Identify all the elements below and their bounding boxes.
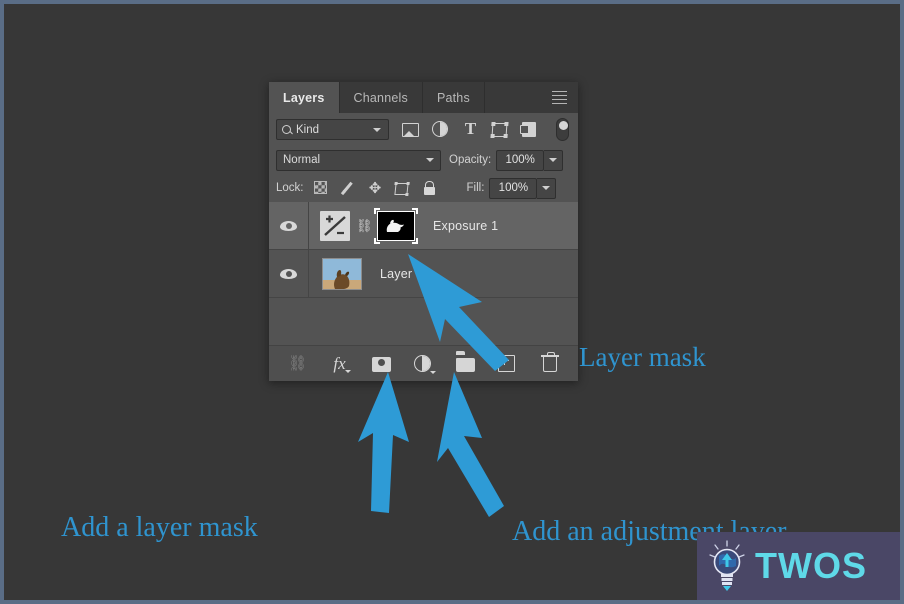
new-layer-button[interactable] [497,354,518,374]
eye-icon [280,268,297,279]
layer-name: Exposure 1 [433,218,499,233]
lightbulb-logo-icon [707,540,747,592]
layer-visibility-toggle[interactable] [269,202,309,249]
lock-transparent-pixels-icon[interactable] [313,180,329,196]
screenshot-canvas: Layers Channels Paths Kind T Normal Opac… [4,4,900,600]
filter-toggle-switch[interactable] [556,118,569,141]
shape-filter-icon[interactable] [490,121,509,138]
new-adjustment-layer-button[interactable] [413,354,436,374]
new-group-button[interactable] [455,354,476,374]
fill-stepper[interactable] [537,177,557,199]
opacity-value[interactable]: 100% [496,149,545,171]
tab-paths[interactable]: Paths [422,82,485,113]
filter-row: Kind T [269,113,578,146]
exposure-glyph [324,215,346,236]
blend-mode-row: Normal Opacity: 100% [269,146,578,174]
layer-name: Layer 0 [380,266,424,281]
link-mask-icon[interactable]: ⛓ [356,219,373,232]
smart-object-filter-icon[interactable] [522,121,539,138]
search-icon [282,125,291,134]
delete-layer-button[interactable] [540,354,560,374]
table-row[interactable]: Layer 0 [269,250,578,298]
eye-icon [280,220,297,231]
layer-mask-thumbnail[interactable] [374,207,418,244]
thumbnail-photo [323,258,361,289]
kind-filter-label: Kind [296,123,320,136]
lock-icons: ✥ [313,180,437,196]
chevron-down-icon [373,127,381,132]
tab-layers[interactable]: Layers [269,82,340,113]
annotation-layer-mask: Layer mask [579,342,706,372]
mask-silhouette [386,219,404,232]
lock-label: Lock: [276,182,304,194]
type-filter-icon[interactable]: T [462,120,479,138]
image-filter-icon[interactable] [402,121,419,138]
exposure-adjustment-icon[interactable] [320,210,350,241]
layer-photo-thumbnail[interactable] [322,257,362,290]
watermark-text: TWOS [755,545,867,586]
lightbulb-glyph [709,540,745,591]
hamburger-bars [551,88,567,106]
layers-panel: Layers Channels Paths Kind T Normal Opac… [269,82,578,381]
watermark: TWOS [697,532,900,600]
layer-visibility-toggle[interactable] [269,250,309,297]
blend-mode-select[interactable]: Normal [276,149,441,171]
tab-channels[interactable]: Channels [339,82,423,113]
fill-value[interactable]: 100% [489,177,538,199]
lock-image-pixels-icon[interactable] [341,181,356,196]
filter-type-icons: T [402,118,569,141]
lock-row: Lock: ✥ Fill: 100% [269,174,578,202]
layer-style-button[interactable]: fx [330,354,351,374]
link-layers-button[interactable]: ⛓ [288,354,308,374]
lock-artboard-nesting-icon[interactable] [393,181,410,196]
add-layer-mask-button[interactable] [371,354,392,374]
table-row[interactable]: ⛓ Exposure 1 [269,202,578,250]
lock-position-icon[interactable]: ✥ [368,181,383,196]
layer-list: ⛓ Exposure 1 Layer 0 [269,202,578,298]
kind-filter-select[interactable]: Kind [276,119,389,140]
chevron-down-icon [426,158,434,162]
opacity-stepper[interactable] [544,149,564,171]
arrow-to-add-layer-mask [358,372,409,513]
opacity-label: Opacity: [449,154,492,166]
arrow-to-add-adjustment-layer [437,372,504,517]
hamburger-menu-icon[interactable] [546,82,572,113]
adjustment-filter-icon[interactable] [432,121,449,138]
fill-label: Fill: [466,182,485,194]
panel-tab-strip: Layers Channels Paths [269,82,578,113]
annotation-add-layer-mask: Add a layer mask [61,512,258,543]
lock-all-icon[interactable] [422,181,437,196]
layers-panel-toolbar: ⛓ fx [269,345,578,381]
blend-mode-value: Normal [283,154,321,166]
